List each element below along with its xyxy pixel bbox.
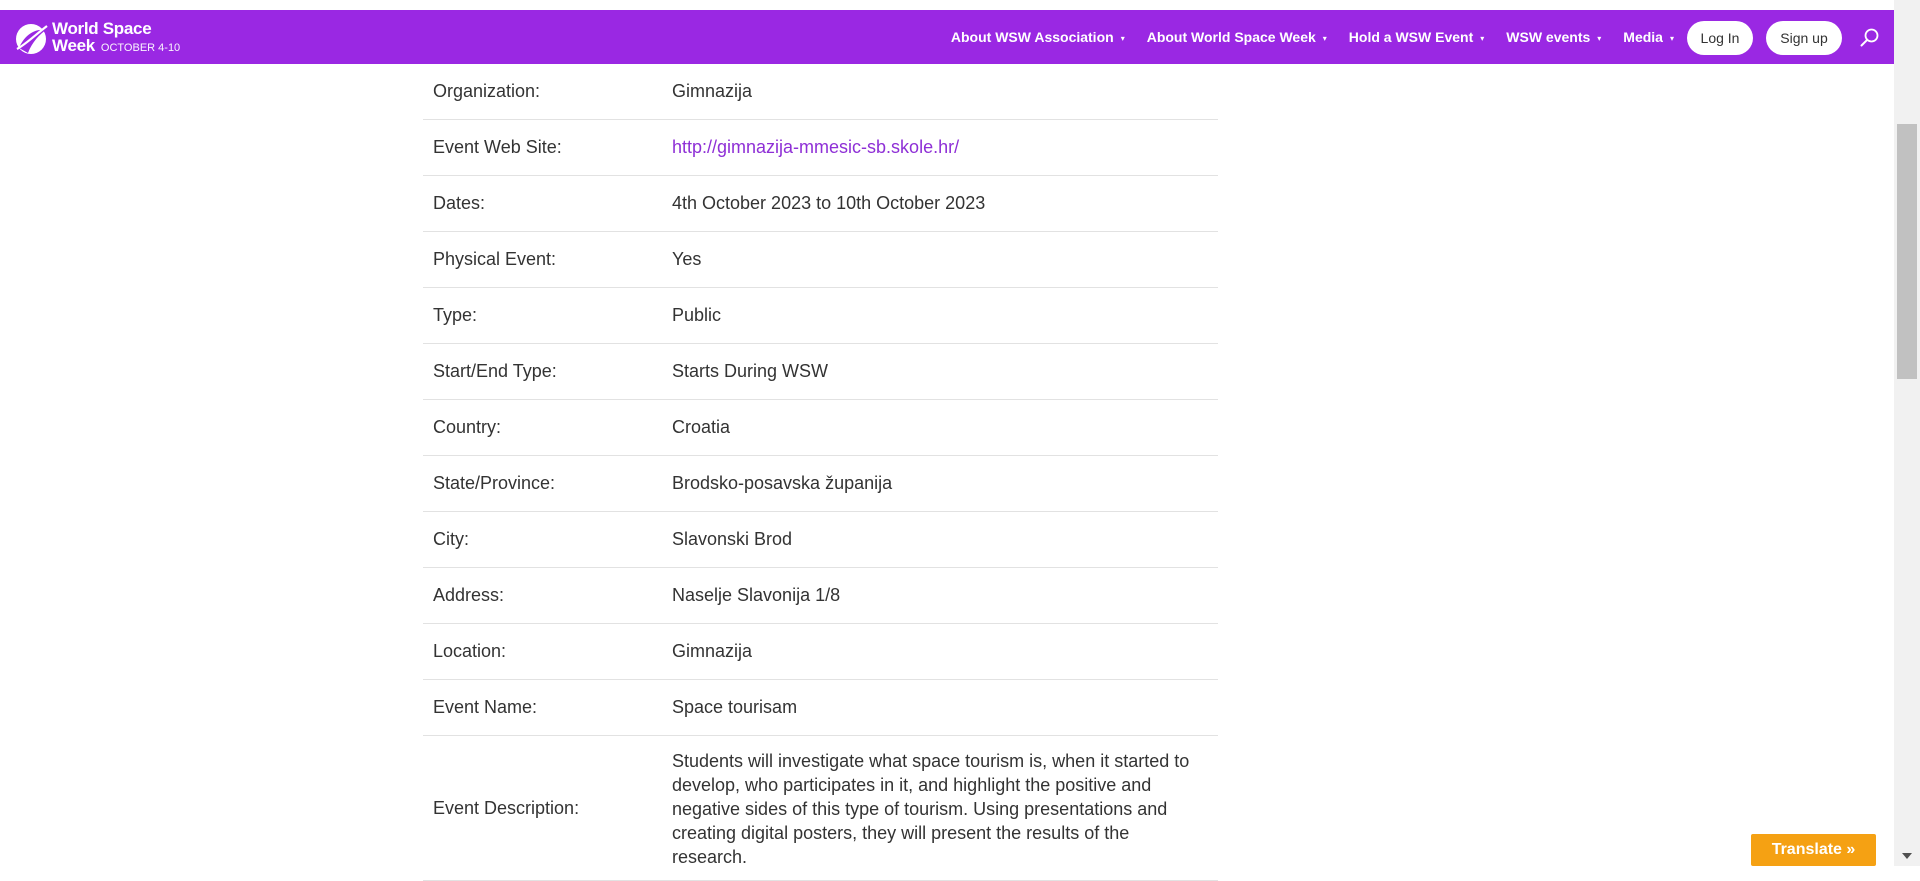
table-row: Country: Croatia xyxy=(423,400,1218,456)
logo-line-2: Week OCTOBER 4-10 xyxy=(52,37,180,57)
table-row: Event Web Site: http://gimnazija-mmesic-… xyxy=(423,120,1218,176)
table-row: City: Slavonski Brod xyxy=(423,512,1218,568)
table-row: Start/End Type: Starts During WSW xyxy=(423,344,1218,400)
chevron-down-icon: ▾ xyxy=(1480,33,1485,43)
nav-item-label: Hold a WSW Event xyxy=(1348,29,1474,45)
table-row: State/Province: Brodsko-posavska županij… xyxy=(423,456,1218,512)
row-label: Start/End Type: xyxy=(433,361,557,381)
event-details-table: Organization: Gimnazija Event Web Site: … xyxy=(423,64,1218,881)
event-website-link[interactable]: http://gimnazija-mmesic-sb.skole.hr/ xyxy=(672,137,959,157)
chevron-down-icon: ▾ xyxy=(1120,33,1125,43)
signup-button[interactable]: Sign up xyxy=(1766,21,1842,55)
chevron-down-icon: ▾ xyxy=(1597,33,1602,43)
row-label: Type: xyxy=(433,305,478,325)
row-value: Slavonski Brod xyxy=(672,529,793,549)
translate-button[interactable]: Translate » xyxy=(1751,834,1876,866)
nav-item-label: About WSW Association xyxy=(950,29,1114,45)
row-value: Gimnazija xyxy=(672,641,753,661)
row-value: Yes xyxy=(672,249,702,269)
nav-item-about-wsw-association[interactable]: About WSW Association ▾ xyxy=(951,29,1125,45)
site-logo[interactable]: World Space Week OCTOBER 4-10 xyxy=(14,20,180,57)
row-value: Gimnazija xyxy=(672,81,753,101)
table-row: Location: Gimnazija xyxy=(423,624,1218,680)
nav-item-hold-a-wsw-event[interactable]: Hold a WSW Event ▾ xyxy=(1349,29,1484,45)
login-button[interactable]: Log In xyxy=(1687,21,1753,55)
table-row: Organization: Gimnazija xyxy=(423,64,1218,120)
event-description: Students will investigate what space tou… xyxy=(672,751,1190,867)
row-value: Space tourisam xyxy=(672,697,798,717)
row-value: Brodsko-posavska županija xyxy=(672,473,893,493)
site-header: World Space Week OCTOBER 4-10 About WSW A… xyxy=(0,10,1894,64)
nav-item-wsw-events[interactable]: WSW events ▾ xyxy=(1506,29,1601,45)
logo-line-2-text: Week xyxy=(52,36,95,55)
row-label: Event Description: xyxy=(433,797,580,818)
row-label: City: xyxy=(433,529,469,549)
table-row: Type: Public xyxy=(423,288,1218,344)
table-row: Physical Event: Yes xyxy=(423,232,1218,288)
main-nav: About WSW Association ▾ About World Spac… xyxy=(929,10,1674,64)
row-label: Address: xyxy=(433,585,505,605)
table-row: Address: Naselje Slavonija 1/8 xyxy=(423,568,1218,624)
wsw-logo-icon xyxy=(16,23,48,54)
row-value: Starts During WSW xyxy=(672,361,829,381)
scroll-down-arrow-icon[interactable] xyxy=(1897,846,1917,864)
chevron-down-icon: ▾ xyxy=(1669,33,1674,43)
row-label: Event Web Site: xyxy=(433,137,562,157)
scrollbar-thumb[interactable] xyxy=(1897,124,1917,379)
row-label: State/Province: xyxy=(433,473,556,493)
row-label: Event Name: xyxy=(433,697,538,717)
table-row: Dates: 4th October 2023 to 10th October … xyxy=(423,176,1218,232)
row-value: http://gimnazija-mmesic-sb.skole.hr/ xyxy=(662,137,1218,158)
nav-item-label: About World Space Week xyxy=(1146,29,1316,45)
row-label: Country: xyxy=(433,417,502,437)
nav-item-label: WSW events xyxy=(1506,29,1591,45)
row-label: Physical Event: xyxy=(433,249,557,269)
logo-line-1: World Space xyxy=(52,19,152,38)
row-value: Croatia xyxy=(672,417,731,437)
table-row: Event Description: Students will investi… xyxy=(423,736,1218,881)
row-label: Dates: xyxy=(433,193,486,213)
search-icon[interactable] xyxy=(1859,27,1881,49)
table-row: Event Name: Space tourisam xyxy=(423,680,1218,736)
row-value: Naselje Slavonija 1/8 xyxy=(672,585,841,605)
nav-item-about-world-space-week[interactable]: About World Space Week ▾ xyxy=(1147,29,1327,45)
row-value: 4th October 2023 to 10th October 2023 xyxy=(672,193,986,213)
nav-item-media[interactable]: Media ▾ xyxy=(1623,29,1674,45)
nav-item-label: Media xyxy=(1623,29,1663,45)
row-label: Location: xyxy=(433,641,507,661)
logo-text: World Space Week OCTOBER 4-10 xyxy=(52,20,180,57)
row-value: Public xyxy=(672,305,722,325)
chevron-down-icon: ▾ xyxy=(1322,33,1327,43)
logo-subtitle: OCTOBER 4-10 xyxy=(100,42,181,54)
top-strip xyxy=(0,0,1894,10)
row-label: Organization: xyxy=(433,81,541,101)
